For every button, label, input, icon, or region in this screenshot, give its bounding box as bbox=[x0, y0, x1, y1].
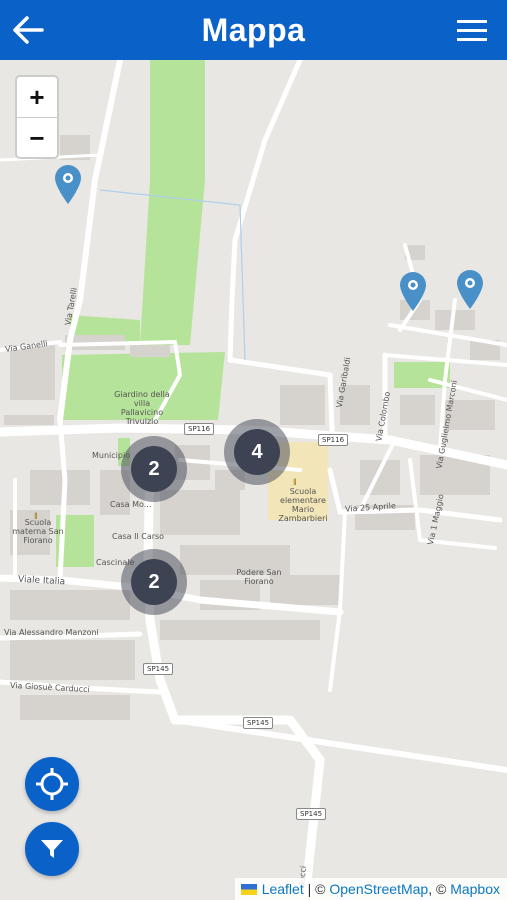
zoom-in-button[interactable]: + bbox=[17, 77, 57, 118]
cluster-count: 2 bbox=[131, 559, 177, 605]
road-shield: SP145 bbox=[143, 663, 174, 675]
map-label: Scuola elementare Mario Zambarbieri bbox=[278, 487, 328, 523]
marker-cluster[interactable]: 2 bbox=[121, 549, 187, 615]
map-label: Scuola materna San Fiorano bbox=[12, 518, 64, 545]
road-shield: SP145 bbox=[243, 717, 274, 729]
marker-cluster[interactable]: 4 bbox=[224, 419, 290, 485]
map-label: Casa Mo... bbox=[110, 500, 152, 509]
restaurant-icon: ǁ bbox=[34, 511, 38, 521]
map-pin-icon bbox=[457, 270, 483, 309]
app-header: Mappa bbox=[0, 0, 507, 60]
zoom-control: + − bbox=[15, 75, 59, 159]
map-label: Giardino della villa Pallavicino Trivulz… bbox=[114, 390, 170, 426]
arrow-left-icon bbox=[13, 16, 44, 44]
filter-button[interactable] bbox=[25, 822, 79, 876]
road-shield: SP116 bbox=[184, 423, 215, 435]
attribution-separator: | © bbox=[303, 881, 330, 897]
location-marker[interactable] bbox=[398, 270, 428, 312]
road-shield: SP145 bbox=[296, 808, 327, 820]
filter-icon bbox=[41, 840, 63, 858]
location-marker[interactable] bbox=[455, 268, 485, 310]
openstreetmap-link[interactable]: OpenStreetMap bbox=[329, 881, 428, 897]
leaflet-link[interactable]: Leaflet bbox=[262, 881, 304, 897]
map-attribution: Leaflet | © OpenStreetMap , © Mapbox bbox=[234, 878, 507, 900]
map-pin-icon bbox=[400, 272, 426, 311]
ukraine-flag-icon bbox=[240, 883, 257, 895]
road-shield: SP116 bbox=[318, 434, 349, 446]
location-marker[interactable] bbox=[53, 163, 83, 205]
locate-button[interactable] bbox=[25, 757, 79, 811]
mapbox-link[interactable]: Mapbox bbox=[450, 881, 500, 897]
attribution-separator: , © bbox=[428, 881, 451, 897]
menu-button[interactable] bbox=[455, 12, 495, 48]
back-button[interactable] bbox=[8, 10, 48, 50]
hamburger-menu-icon bbox=[457, 20, 487, 41]
map-label: Casa Il Carso bbox=[112, 532, 165, 541]
cluster-count: 4 bbox=[234, 429, 280, 475]
restaurant-icon: ǁ bbox=[293, 477, 297, 487]
crosshair-icon bbox=[36, 768, 68, 800]
cluster-count: 2 bbox=[131, 446, 177, 492]
page-title: Mappa bbox=[201, 11, 306, 48]
zoom-out-button[interactable]: − bbox=[17, 118, 57, 158]
map-label: Via Alessandro Manzoni bbox=[4, 628, 99, 637]
marker-cluster[interactable]: 2 bbox=[121, 436, 187, 502]
map-label: Podere San Fiorano bbox=[236, 568, 282, 586]
map-pin-icon bbox=[55, 165, 81, 204]
